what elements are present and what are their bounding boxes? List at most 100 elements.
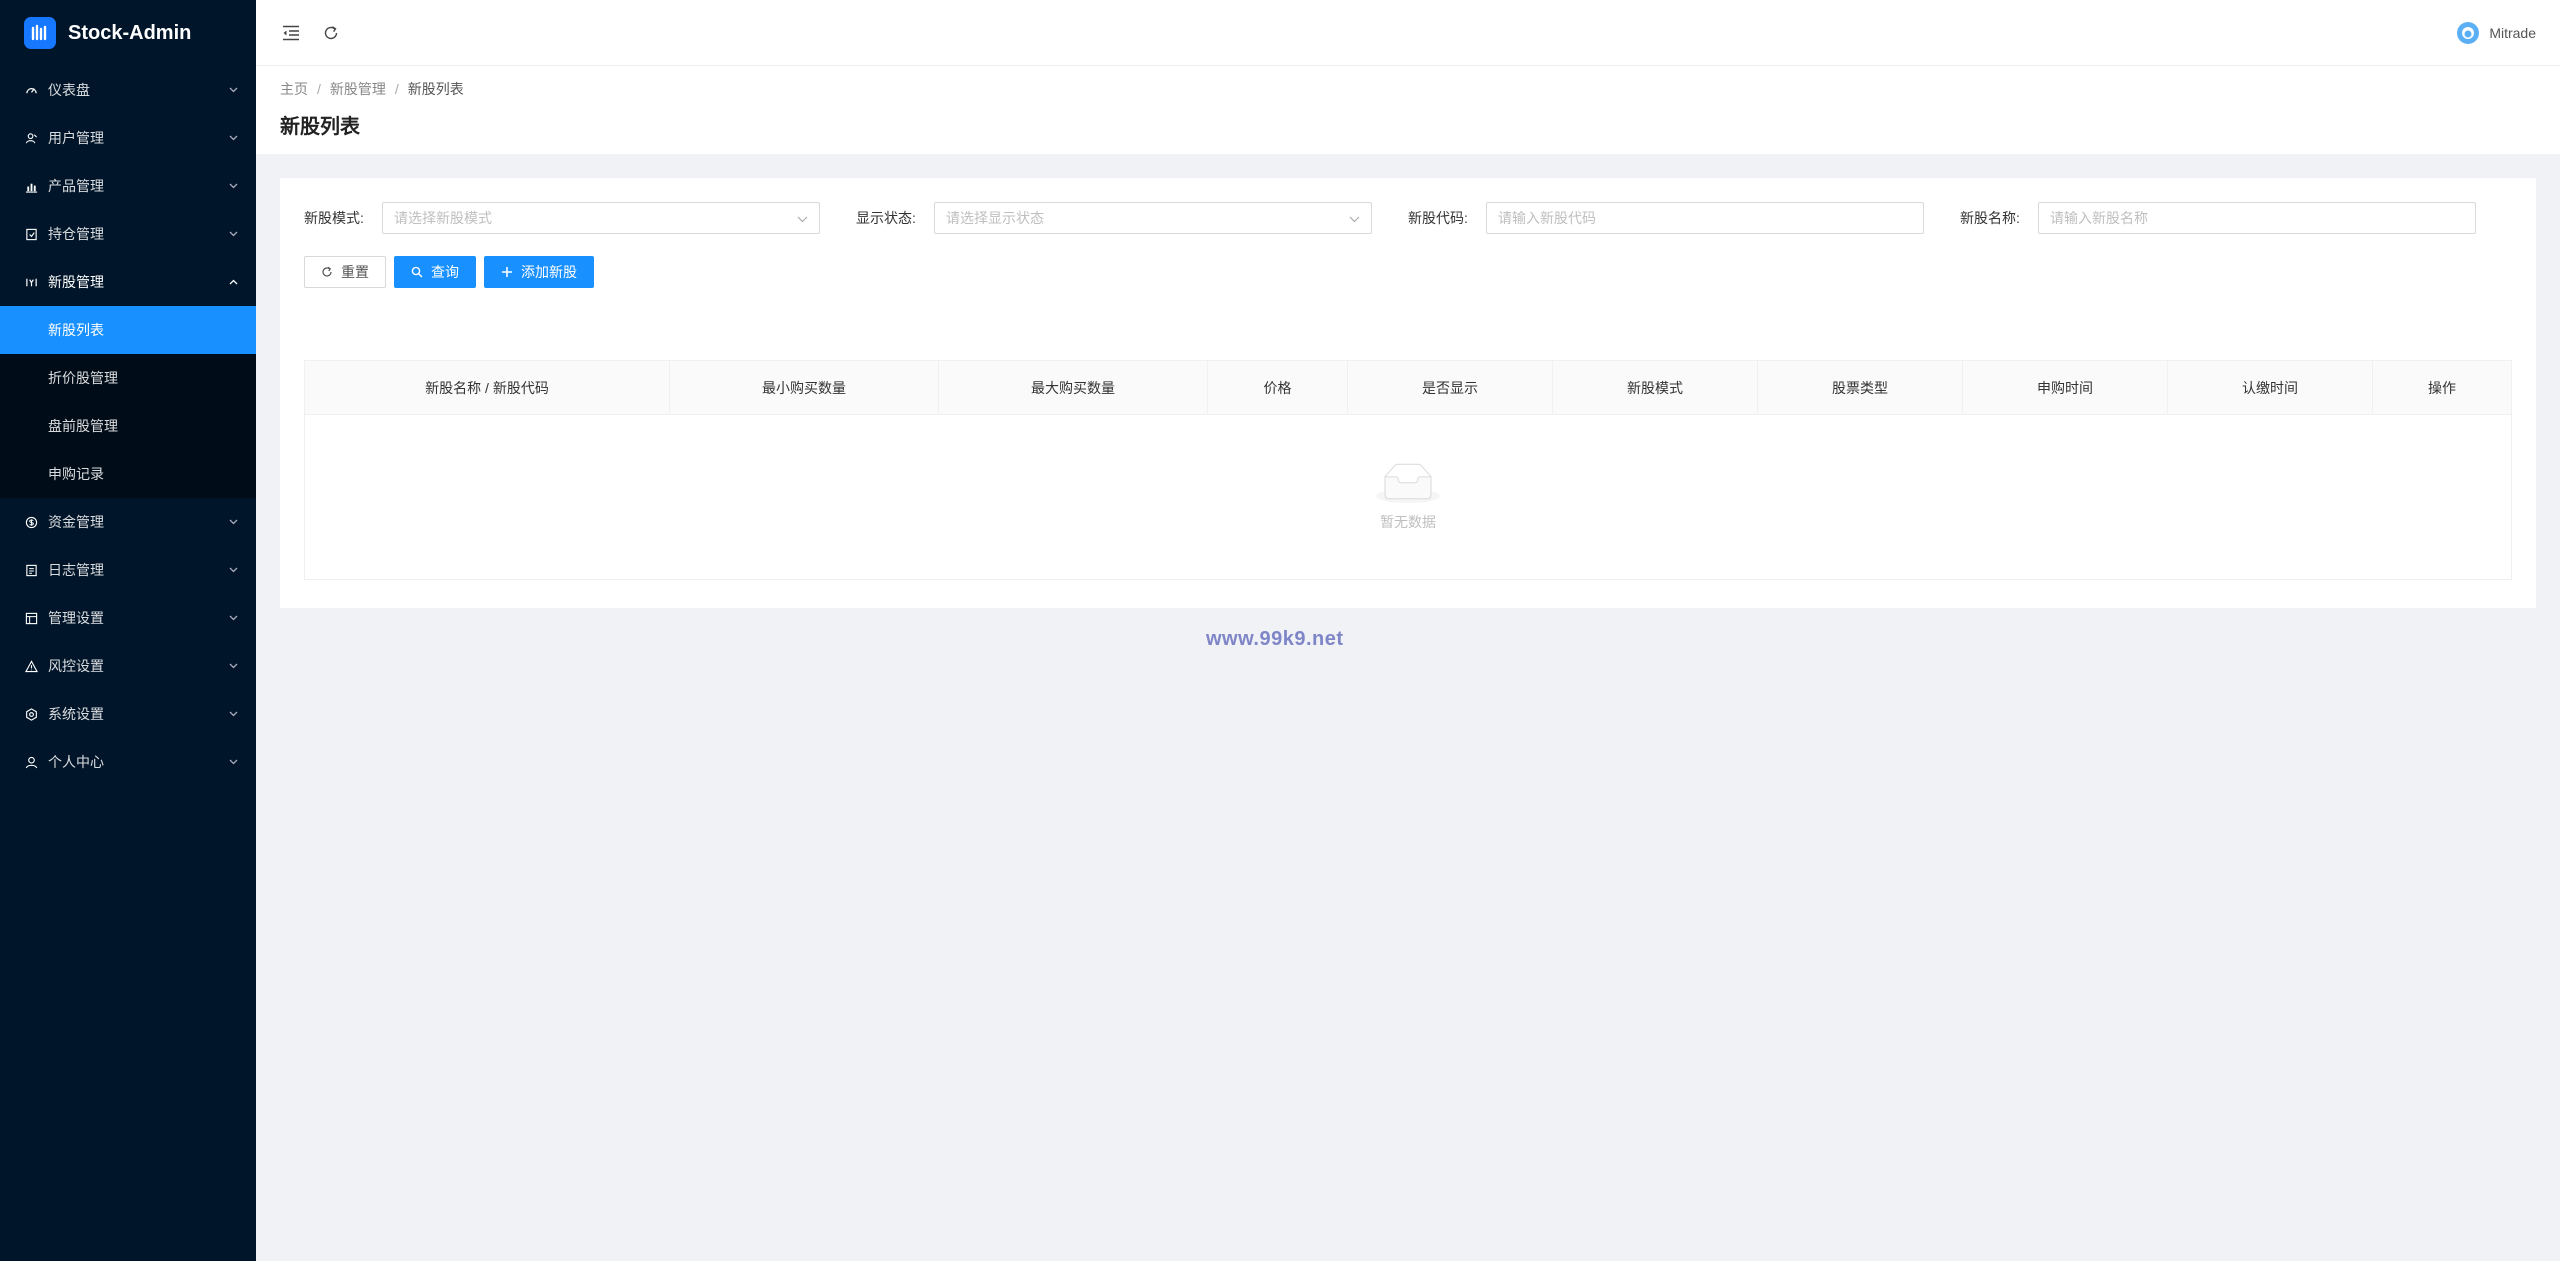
sidebar-item-label: 管理设置 — [48, 610, 104, 626]
column-header[interactable]: 最大购买数量 — [939, 361, 1208, 414]
ipo-table: 新股名称 / 新股代码 最小购买数量 最大购买数量 价格 是否显示 新股模式 股… — [304, 360, 2512, 580]
user-icon — [24, 755, 38, 769]
chevron-down-icon — [228, 613, 238, 623]
ipo-code-input[interactable]: 请输入新股代码 — [1486, 202, 1924, 234]
chevron-up-icon — [228, 277, 238, 287]
user-menu[interactable]: Mitrade — [2457, 21, 2536, 44]
empty-state: 暂无数据 — [305, 415, 2511, 579]
filter-ipo-mode: 新股模式: 请选择新股模式 — [304, 202, 856, 234]
admin-icon — [24, 611, 38, 625]
ipo-mode-select[interactable]: 请选择新股模式 — [382, 202, 820, 234]
sidebar-item-profile[interactable]: 个人中心 — [0, 738, 256, 786]
action-bar: 重置 查询 添加新股 — [304, 256, 2512, 288]
chevron-down-icon — [228, 85, 238, 95]
position-icon — [24, 227, 38, 241]
money-icon — [24, 515, 38, 529]
sidebar-item-label: 资金管理 — [48, 514, 104, 530]
top-header: Mitrade — [256, 0, 2560, 66]
sidebar-item-ipo[interactable]: 新股管理 — [0, 258, 256, 306]
sidebar-item-users[interactable]: 用户管理 — [0, 114, 256, 162]
sidebar-item-label: 新股管理 — [48, 274, 104, 290]
avatar — [2457, 21, 2480, 44]
reload-icon[interactable] — [320, 22, 342, 44]
sidebar-item-logs[interactable]: 日志管理 — [0, 546, 256, 594]
sidebar-item-dashboard[interactable]: 仪表盘 — [0, 66, 256, 114]
chevron-down-icon — [797, 210, 808, 226]
chevron-down-icon — [228, 565, 238, 575]
reset-button[interactable]: 重置 — [304, 256, 386, 288]
ipo-name-input[interactable]: 请输入新股名称 — [2038, 202, 2476, 234]
chevron-down-icon — [228, 661, 238, 671]
plus-icon — [501, 266, 513, 278]
chevron-down-icon — [228, 181, 238, 191]
settings-icon — [24, 707, 38, 721]
sidebar-item-admin-settings[interactable]: 管理设置 — [0, 594, 256, 642]
column-header[interactable]: 新股名称 / 新股代码 — [305, 361, 670, 414]
empty-inbox-icon — [1376, 463, 1440, 503]
sidebar-item-label: 个人中心 — [48, 754, 104, 770]
input-placeholder: 请输入新股代码 — [1498, 210, 1596, 226]
page-title: 新股列表 — [280, 116, 360, 138]
sidebar-item-ipo-list[interactable]: 新股列表 — [0, 306, 256, 354]
breadcrumb-home[interactable]: 主页 — [280, 79, 308, 99]
breadcrumb-current: 新股列表 — [407, 81, 464, 97]
sidebar-item-subscription-records[interactable]: 申购记录 — [0, 450, 256, 498]
chart-icon — [24, 179, 38, 193]
filter-ipo-name: 新股名称: 请输入新股名称 — [1960, 202, 2512, 234]
sidebar-item-risk-settings[interactable]: 风控设置 — [0, 642, 256, 690]
stock-logo-icon — [24, 17, 56, 49]
column-header[interactable]: 价格 — [1208, 361, 1348, 414]
chevron-down-icon — [228, 517, 238, 527]
search-button[interactable]: 查询 — [394, 256, 476, 288]
log-icon — [24, 563, 38, 577]
filter-label: 显示状态: — [856, 210, 916, 226]
breadcrumb-parent[interactable]: 新股管理 — [330, 79, 386, 99]
column-header[interactable]: 新股模式 — [1553, 361, 1758, 414]
sidebar-item-label: 系统设置 — [48, 706, 104, 722]
chevron-down-icon — [228, 229, 238, 239]
select-placeholder: 请选择显示状态 — [946, 210, 1044, 226]
sidebar-item-discount-stocks[interactable]: 折价股管理 — [0, 354, 256, 402]
column-header[interactable]: 最小购买数量 — [670, 361, 939, 414]
column-header[interactable]: 股票类型 — [1758, 361, 1963, 414]
search-icon — [411, 266, 423, 278]
breadcrumb: 主页 / 新股管理 / 新股列表 — [280, 79, 464, 99]
search-label: 查询 — [431, 264, 459, 280]
display-status-select[interactable]: 请选择显示状态 — [934, 202, 1372, 234]
sidebar-item-funds[interactable]: 资金管理 — [0, 498, 256, 546]
reset-label: 重置 — [341, 264, 369, 280]
chevron-down-icon — [228, 709, 238, 719]
page-header: 主页 / 新股管理 / 新股列表 新股列表 — [256, 66, 2560, 154]
warning-icon — [24, 659, 38, 673]
sidebar-item-positions[interactable]: 持仓管理 — [0, 210, 256, 258]
sidebar-item-label: 仪表盘 — [48, 82, 90, 98]
ipo-submenu: 新股列表 折价股管理 盘前股管理 申购记录 — [0, 306, 256, 498]
sidebar-item-label: 持仓管理 — [48, 226, 104, 242]
filter-label: 新股代码: — [1408, 210, 1468, 226]
add-ipo-button[interactable]: 添加新股 — [484, 256, 594, 288]
reload-icon — [321, 266, 333, 278]
sidebar-item-label: 风控设置 — [48, 658, 104, 674]
menu-fold-icon[interactable] — [280, 22, 302, 44]
filter-ipo-code: 新股代码: 请输入新股代码 — [1408, 202, 1960, 234]
sidebar-item-premarket-stocks[interactable]: 盘前股管理 — [0, 402, 256, 450]
ipo-icon — [24, 275, 38, 289]
add-ipo-label: 添加新股 — [521, 264, 577, 280]
sidebar-item-label: 产品管理 — [48, 178, 104, 194]
app-title: Stock-Admin — [68, 21, 192, 44]
filter-display-status: 显示状态: 请选择显示状态 — [856, 202, 1408, 234]
sidebar-menu: 仪表盘 用户管理 产品管理 持仓管理 新股管理 新股列表 折价股管理 盘前股管理 — [0, 66, 256, 786]
logo[interactable]: Stock-Admin — [0, 0, 256, 66]
column-header[interactable]: 认缴时间 — [2168, 361, 2373, 414]
chevron-down-icon — [228, 757, 238, 767]
dashboard-icon — [24, 83, 38, 97]
sidebar-item-system-settings[interactable]: 系统设置 — [0, 690, 256, 738]
sidebar-item-products[interactable]: 产品管理 — [0, 162, 256, 210]
sidebar-item-label: 日志管理 — [48, 562, 104, 578]
input-placeholder: 请输入新股名称 — [2050, 210, 2148, 226]
column-header[interactable]: 申购时间 — [1963, 361, 2168, 414]
column-header[interactable]: 是否显示 — [1348, 361, 1553, 414]
user-name: Mitrade — [2489, 24, 2536, 41]
column-header[interactable]: 操作 — [2373, 361, 2511, 414]
table-header: 新股名称 / 新股代码 最小购买数量 最大购买数量 价格 是否显示 新股模式 股… — [305, 361, 2511, 415]
